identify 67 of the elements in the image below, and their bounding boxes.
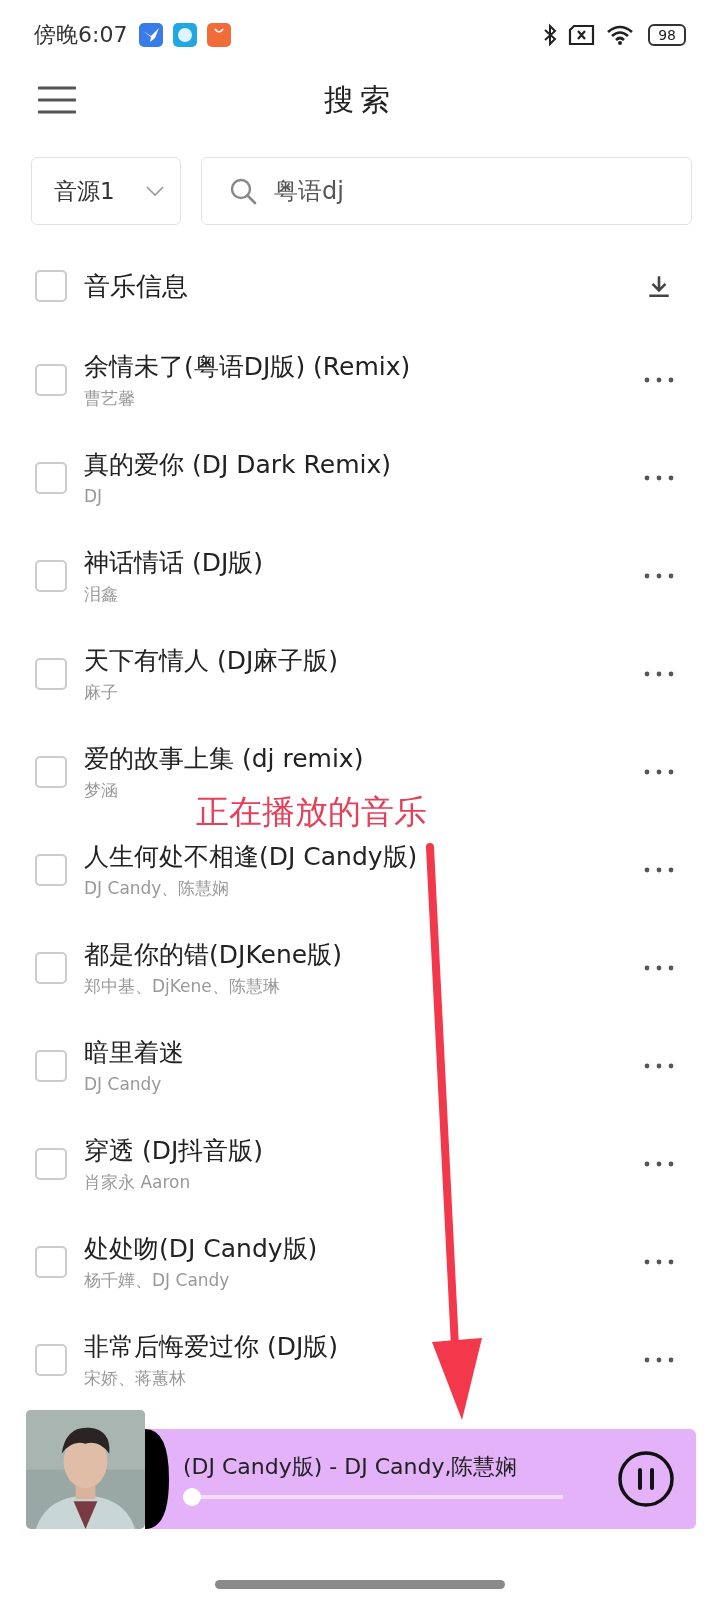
song-checkbox[interactable] [35, 1246, 67, 1278]
more-icon[interactable] [644, 1063, 674, 1069]
song-artist: 肖家永 Aaron [84, 1171, 192, 1193]
song-checkbox[interactable] [35, 462, 67, 494]
song-artist: 宋娇、蒋蕙林 [84, 1367, 187, 1389]
more-icon[interactable] [644, 867, 674, 873]
more-icon[interactable] [644, 377, 674, 383]
song-title: 非常后悔爱过你 (DJ版) [84, 1331, 340, 1363]
song-title: 爱的故事上集 (dj remix) [84, 743, 365, 775]
song-artist: DJ Candy [84, 1073, 163, 1095]
wifi-icon [606, 24, 635, 46]
song-artist: 麻子 [84, 681, 119, 703]
chevron-down-icon [146, 185, 164, 197]
page-title: 搜索 [324, 80, 396, 119]
song-checkbox[interactable] [35, 1344, 67, 1376]
now-playing-text: (DJ Candy版) - DJ Candy,陈慧娴 [183, 1453, 519, 1481]
song-checkbox[interactable] [35, 1148, 67, 1180]
annotation-text: 正在播放的音乐 [196, 793, 427, 831]
more-icon[interactable] [644, 1357, 674, 1363]
more-icon[interactable] [644, 965, 674, 971]
more-icon[interactable] [644, 671, 674, 677]
bag-app-icon [207, 23, 232, 47]
song-title: 处处吻(DJ Candy版) [84, 1233, 319, 1265]
menu-icon[interactable] [38, 85, 76, 115]
download-icon[interactable] [646, 273, 672, 299]
song-title: 真的爱你 (DJ Dark Remix) [84, 449, 393, 481]
list-header-label: 音乐信息 [84, 269, 189, 303]
bird-app-icon [139, 23, 164, 47]
status-time: 傍晚6:07 [34, 21, 128, 49]
more-icon[interactable] [644, 1161, 674, 1167]
song-title: 天下有情人 (DJ麻子版) [84, 645, 340, 677]
song-title: 神话情话 (DJ版) [84, 547, 265, 579]
song-checkbox[interactable] [35, 364, 67, 396]
battery-indicator: 98 [648, 24, 686, 46]
song-title: 余情未了(粤语DJ版) (Remix) [84, 351, 412, 383]
song-artist: 杨千嬅、DJ Candy [84, 1269, 231, 1291]
song-title: 人生何处不相逢(DJ Candy版) [84, 841, 419, 873]
sim-card-icon [568, 24, 597, 46]
song-checkbox[interactable] [35, 952, 67, 984]
song-title: 都是你的错(DJKene版) [84, 939, 343, 971]
song-title: 穿透 (DJ抖音版) [84, 1135, 265, 1167]
circle-app-icon [173, 23, 198, 47]
select-all-checkbox[interactable] [35, 270, 67, 302]
home-indicator[interactable] [215, 1580, 505, 1589]
song-artist: 泪鑫 [84, 583, 119, 605]
song-artist: DJ Candy、陈慧娴 [84, 877, 231, 899]
song-checkbox[interactable] [35, 658, 67, 690]
progress-thumb[interactable] [183, 1488, 201, 1506]
song-artist: 曹艺馨 [84, 387, 136, 409]
more-icon[interactable] [644, 573, 674, 579]
more-icon[interactable] [644, 1259, 674, 1265]
player-bar[interactable]: (DJ Candy版) - DJ Candy,陈慧娴 [145, 1429, 696, 1529]
source-dropdown[interactable]: 音源1 [31, 157, 181, 225]
bluetooth-icon [542, 22, 559, 48]
more-icon[interactable] [644, 475, 674, 481]
song-artist: 郑中基、DjKene、陈慧琳 [84, 975, 281, 997]
more-icon[interactable] [644, 769, 674, 775]
song-artist: DJ [84, 485, 104, 507]
song-artist: 梦涵 [84, 779, 119, 801]
search-field[interactable]: 粤语dj [201, 157, 692, 225]
song-checkbox[interactable] [35, 756, 67, 788]
pause-button[interactable] [616, 1449, 676, 1509]
song-title: 暗里着迷 [84, 1037, 185, 1069]
song-checkbox[interactable] [35, 854, 67, 886]
search-icon [229, 177, 257, 205]
song-checkbox[interactable] [35, 560, 67, 592]
song-checkbox[interactable] [35, 1050, 67, 1082]
